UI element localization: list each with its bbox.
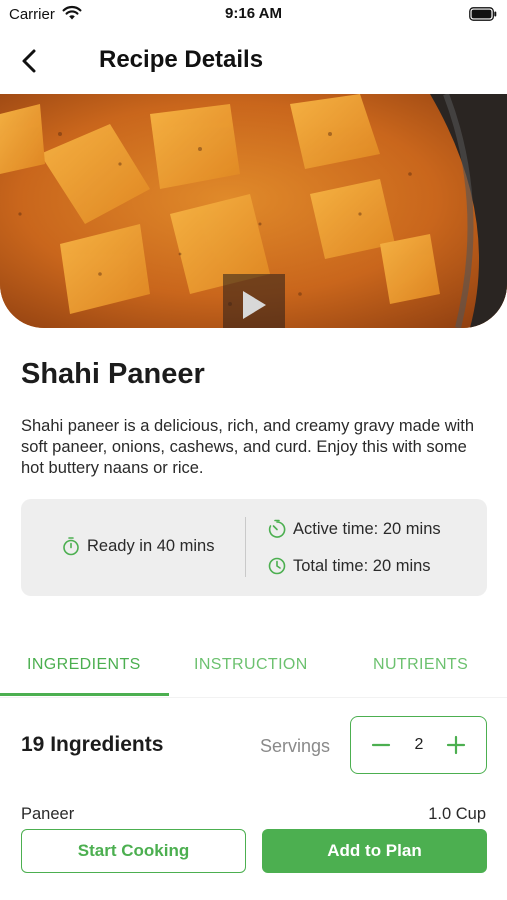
servings-label: Servings [260,736,331,756]
chevron-left-icon [22,49,36,73]
ingredients-count: 19 Ingredients [21,733,164,756]
stopwatch-icon [63,537,79,556]
battery-icon [469,7,497,21]
tab-nutrients[interactable]: NUTRIENTS [373,656,468,674]
minus-icon[interactable] [369,733,393,757]
tab-bar: INGREDIENTS INSTRUCTION NUTRIENTS [0,640,507,698]
nav-bar: Recipe Details [0,36,507,86]
active-tab-indicator [0,693,169,696]
time-info-card: Ready in 40 mins Active time: 20 mins To… [21,499,487,596]
timer-icon [268,519,286,538]
tab-ingredients[interactable]: INGREDIENTS [27,656,141,674]
servings-stepper: 2 [350,716,487,774]
add-to-plan-button[interactable]: Add to Plan [262,829,487,873]
active-time: Active time: 20 mins [267,519,441,539]
recipe-description: Shahi paneer is a delicious, rich, and c… [21,417,475,477]
recipe-video[interactable] [0,94,507,328]
tab-instruction[interactable]: INSTRUCTION [194,656,308,674]
ingredient-quantity: 1.0 Cup [428,805,486,823]
ready-time: Ready in 40 mins [61,536,214,556]
status-bar: Carrier 9:16 AM [0,0,507,30]
clock-icon [268,557,286,575]
ingredient-name: Paneer [21,805,75,823]
start-cooking-button[interactable]: Start Cooking [21,829,246,873]
clock: 9:16 AM [225,5,282,22]
total-time-label: Total time: 20 mins [293,556,431,575]
total-time: Total time: 20 mins [267,556,431,576]
back-button[interactable] [14,44,44,78]
play-button[interactable] [223,274,285,328]
plus-icon[interactable] [444,733,468,757]
active-time-label: Active time: 20 mins [293,519,441,538]
recipe-title: Shahi Paneer [21,358,205,390]
divider [245,517,246,577]
page-title: Recipe Details [99,46,264,73]
ready-time-label: Ready in 40 mins [87,536,215,555]
play-icon [243,290,266,319]
servings-value: 2 [414,736,424,753]
